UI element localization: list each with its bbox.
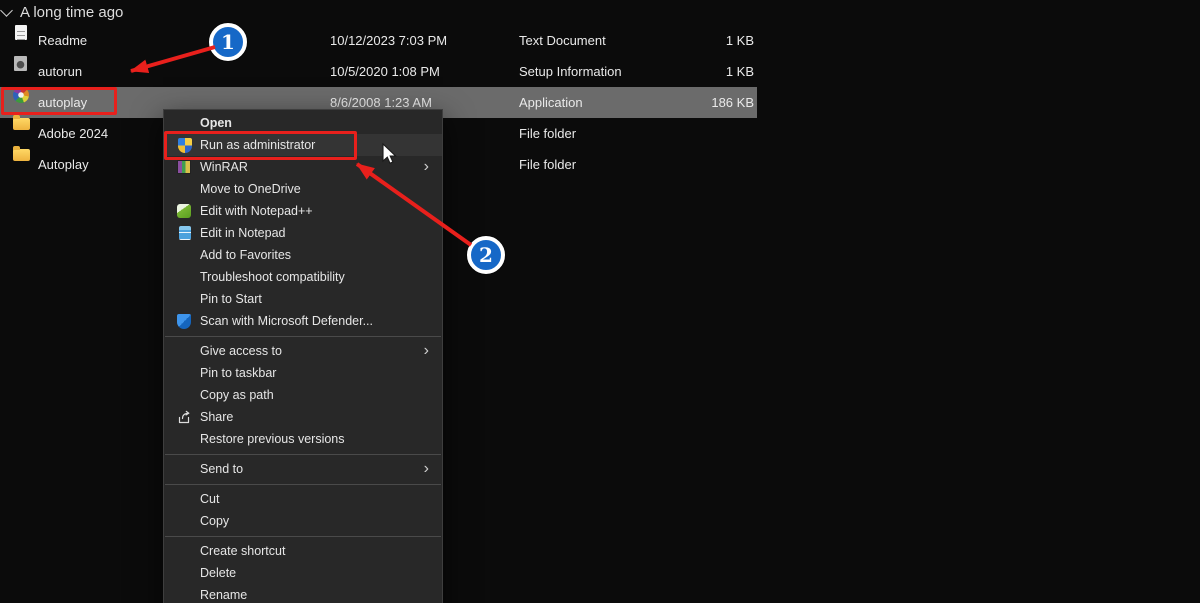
- menu-item-share[interactable]: Share: [164, 406, 442, 428]
- step-1-number: 1: [221, 30, 235, 54]
- annotation-box-autoplay: [1, 87, 117, 115]
- submenu-chevron-icon: ›: [424, 340, 429, 361]
- file-size: 1 KB: [634, 25, 754, 56]
- menu-item-move-to-onedrive[interactable]: Move to OneDrive: [164, 178, 442, 200]
- file-explorer-window: A long time ago Readme 10/12/2023 7:03 P…: [0, 0, 1200, 603]
- menu-item-scan-with-defender[interactable]: Scan with Microsoft Defender...: [164, 310, 442, 332]
- winrar-icon: [177, 160, 191, 174]
- menu-item-cut[interactable]: Cut: [164, 488, 442, 510]
- submenu-chevron-icon: ›: [424, 458, 429, 479]
- menu-separator: [165, 336, 441, 337]
- step-1-badge: 1: [209, 23, 247, 61]
- folder-icon: [13, 149, 30, 161]
- file-type: Application: [519, 87, 583, 118]
- file-size: 1 KB: [634, 56, 754, 87]
- setup-information-icon: [14, 56, 27, 71]
- menu-item-send-to[interactable]: Send to ›: [164, 458, 442, 480]
- context-menu: Open Run as administrator WinRAR › Move …: [163, 109, 443, 603]
- defender-shield-icon: [177, 314, 191, 329]
- file-name: Readme: [38, 25, 87, 56]
- file-name: Adobe 2024: [38, 118, 108, 149]
- menu-item-create-shortcut[interactable]: Create shortcut: [164, 540, 442, 562]
- chevron-down-icon: [0, 4, 13, 17]
- file-type: File folder: [519, 149, 576, 180]
- file-date: 10/5/2020 1:08 PM: [330, 56, 440, 87]
- step-2-number: 2: [479, 243, 493, 267]
- file-row-readme[interactable]: Readme 10/12/2023 7:03 PM Text Document …: [0, 25, 757, 56]
- menu-item-add-to-favorites[interactable]: Add to Favorites: [164, 244, 442, 266]
- menu-item-restore-previous-versions[interactable]: Restore previous versions: [164, 428, 442, 450]
- menu-item-rename[interactable]: Rename: [164, 584, 442, 603]
- step-2-badge: 2: [467, 236, 505, 274]
- menu-separator: [165, 454, 441, 455]
- group-header[interactable]: A long time ago: [2, 0, 123, 24]
- annotation-box-run-as-administrator: [164, 131, 357, 160]
- file-type: Setup Information: [519, 56, 622, 87]
- file-name: Autoplay: [38, 149, 89, 180]
- notepad-plus-plus-icon: [177, 204, 191, 218]
- menu-item-delete[interactable]: Delete: [164, 562, 442, 584]
- menu-item-copy-as-path[interactable]: Copy as path: [164, 384, 442, 406]
- share-icon: [177, 409, 192, 424]
- menu-item-give-access-to[interactable]: Give access to ›: [164, 340, 442, 362]
- menu-separator: [165, 484, 441, 485]
- menu-separator: [165, 536, 441, 537]
- file-name: autorun: [38, 56, 82, 87]
- file-row-autorun[interactable]: autorun 10/5/2020 1:08 PM Setup Informat…: [0, 56, 757, 87]
- group-header-label: A long time ago: [20, 4, 123, 21]
- menu-item-pin-to-start[interactable]: Pin to Start: [164, 288, 442, 310]
- menu-item-edit-with-notepadpp[interactable]: Edit with Notepad++: [164, 200, 442, 222]
- menu-item-pin-to-taskbar[interactable]: Pin to taskbar: [164, 362, 442, 384]
- file-date: 10/12/2023 7:03 PM: [330, 25, 447, 56]
- file-type: File folder: [519, 118, 576, 149]
- file-size: 186 KB: [634, 87, 754, 118]
- text-document-icon: [15, 25, 27, 40]
- menu-item-copy[interactable]: Copy: [164, 510, 442, 532]
- menu-item-edit-in-notepad[interactable]: Edit in Notepad: [164, 222, 442, 244]
- notepad-icon: [179, 226, 191, 240]
- submenu-chevron-icon: ›: [424, 156, 429, 177]
- file-type: Text Document: [519, 25, 606, 56]
- folder-icon: [13, 118, 30, 130]
- menu-item-troubleshoot-compatibility[interactable]: Troubleshoot compatibility: [164, 266, 442, 288]
